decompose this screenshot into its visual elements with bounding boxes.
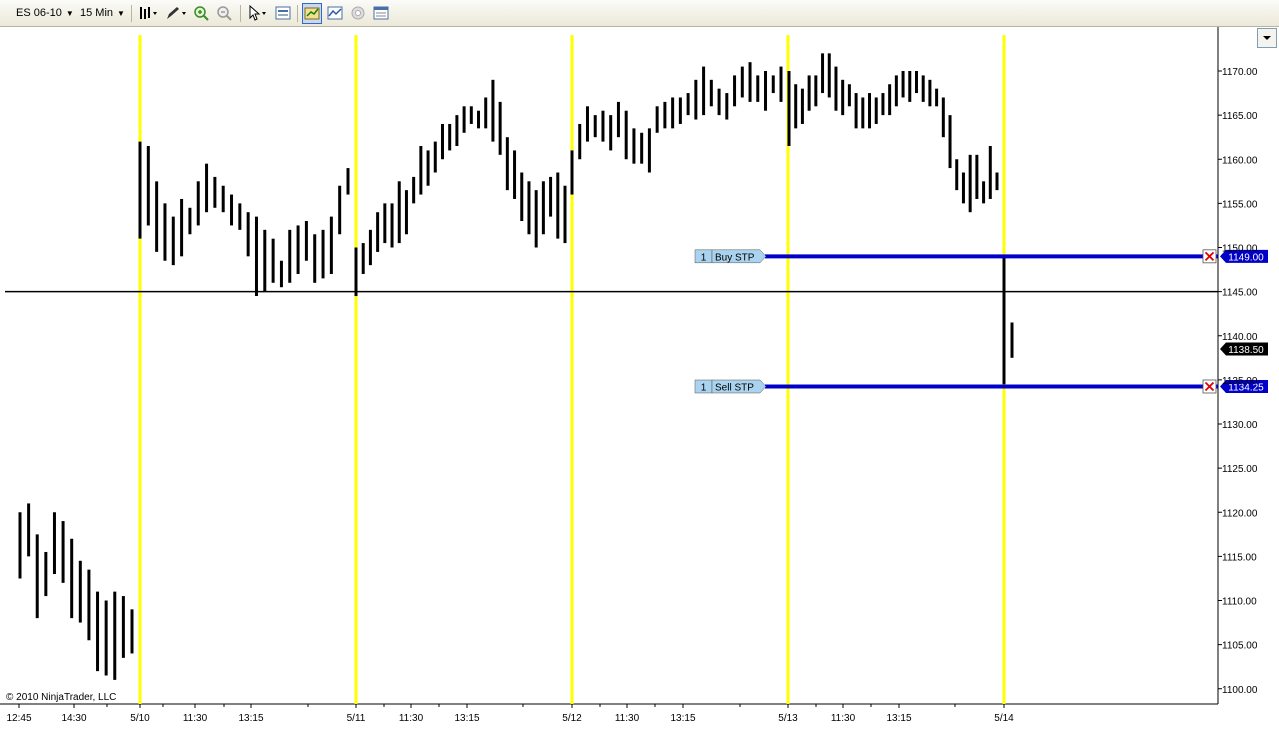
toolbar-separator <box>297 5 298 22</box>
y-tick-label: 1115.00 <box>1222 552 1257 563</box>
order-qty: 1 <box>701 382 707 393</box>
order-type-label: Sell STP <box>715 382 754 393</box>
chevron-down-icon: ▼ <box>117 9 125 18</box>
bar-type-icon <box>140 7 157 19</box>
x-tick-label: 11:30 <box>831 713 856 724</box>
x-tick-label: 13:15 <box>670 713 695 724</box>
chart-trader-icon <box>304 7 320 20</box>
toolbar-separator <box>131 5 132 22</box>
y-tick-label: 1145.00 <box>1222 288 1258 299</box>
zoom-in-button[interactable] <box>192 3 212 24</box>
order-type-label: Buy STP <box>715 252 755 263</box>
toolbar-separator <box>240 5 241 22</box>
y-tick-label: 1125.00 <box>1222 464 1258 475</box>
bar-type-button[interactable] <box>136 3 160 24</box>
instrument-selector[interactable]: ES 06-10 ▼ <box>12 3 74 24</box>
x-tick-label: 13:15 <box>454 713 479 724</box>
x-tick-label: 12:45 <box>6 713 31 724</box>
y-tick-label: 1170.00 <box>1222 67 1258 78</box>
y-tick-label: 1100.00 <box>1222 685 1258 696</box>
x-tick-label: 13:15 <box>886 713 911 724</box>
drawing-tool-button[interactable] <box>163 3 189 24</box>
y-tick-label: 1165.00 <box>1222 111 1258 122</box>
zoom-out-icon <box>217 6 232 21</box>
cancel-order-icon[interactable] <box>1202 379 1217 394</box>
indicators-icon <box>327 6 343 20</box>
zoom-in-icon <box>194 6 209 21</box>
y-tick-label: 1160.00 <box>1222 155 1258 166</box>
strategy-icon <box>351 6 365 20</box>
order-sell-stp[interactable]: 1 Sell STP 1134.25 <box>694 379 1268 394</box>
cursor-icon <box>249 4 266 21</box>
x-tick-label: 5/11 <box>347 713 366 724</box>
interval-label: 15 Min <box>80 7 114 19</box>
x-tick-label: 5/14 <box>994 713 1014 724</box>
cursor-button[interactable] <box>245 3 269 24</box>
x-tick-label: 13:15 <box>238 713 263 724</box>
interval-selector[interactable]: 15 Min ▼ <box>76 3 126 24</box>
properties-icon <box>373 6 389 20</box>
y-tick-label: 1120.00 <box>1222 508 1258 519</box>
indicators-button[interactable] <box>325 3 345 24</box>
y-tick-label: 1110.00 <box>1222 597 1257 608</box>
x-tick-label: 14:30 <box>61 713 86 724</box>
zoom-out-button[interactable] <box>215 3 235 24</box>
y-tick-label: 1140.00 <box>1222 332 1258 343</box>
data-box-button[interactable] <box>273 3 293 24</box>
strategy-button[interactable] <box>348 3 368 24</box>
cancel-order-icon[interactable] <box>1202 249 1217 264</box>
chevron-down-icon: ▼ <box>65 9 74 18</box>
y-tick-label: 1135.00 <box>1222 376 1258 387</box>
last-price-label: 1138.50 <box>1228 345 1264 356</box>
data-box-icon <box>275 6 291 20</box>
x-tick-label: 11:30 <box>183 713 208 724</box>
x-tick-label: 11:30 <box>399 713 424 724</box>
y-tick-label: 1130.00 <box>1222 420 1258 431</box>
price-chart[interactable]: 1 Buy STP 1149.001 Sell STP 1134.25 1100.001… <box>0 27 1279 731</box>
y-tick-label: 1105.00 <box>1222 641 1258 652</box>
copyright-text: © 2010 NinjaTrader, LLC <box>6 692 117 703</box>
order-buy-stp[interactable]: 1 Buy STP 1149.00 <box>694 249 1268 264</box>
properties-button[interactable] <box>371 3 391 24</box>
x-tick-label: 5/10 <box>130 713 150 724</box>
y-tick-label: 1155.00 <box>1222 199 1258 210</box>
drawing-pencil-icon <box>167 7 186 19</box>
x-tick-label: 11:30 <box>615 713 640 724</box>
instrument-label: ES 06-10 <box>16 7 62 19</box>
chart-toolbar: ES 06-10 ▼ 15 Min ▼ <box>0 0 1279 27</box>
x-tick-label: 5/12 <box>562 713 582 724</box>
y-tick-label: 1150.00 <box>1222 244 1258 255</box>
chart-trader-button[interactable] <box>302 3 322 24</box>
order-qty: 1 <box>701 252 707 263</box>
x-tick-label: 5/13 <box>778 713 798 724</box>
